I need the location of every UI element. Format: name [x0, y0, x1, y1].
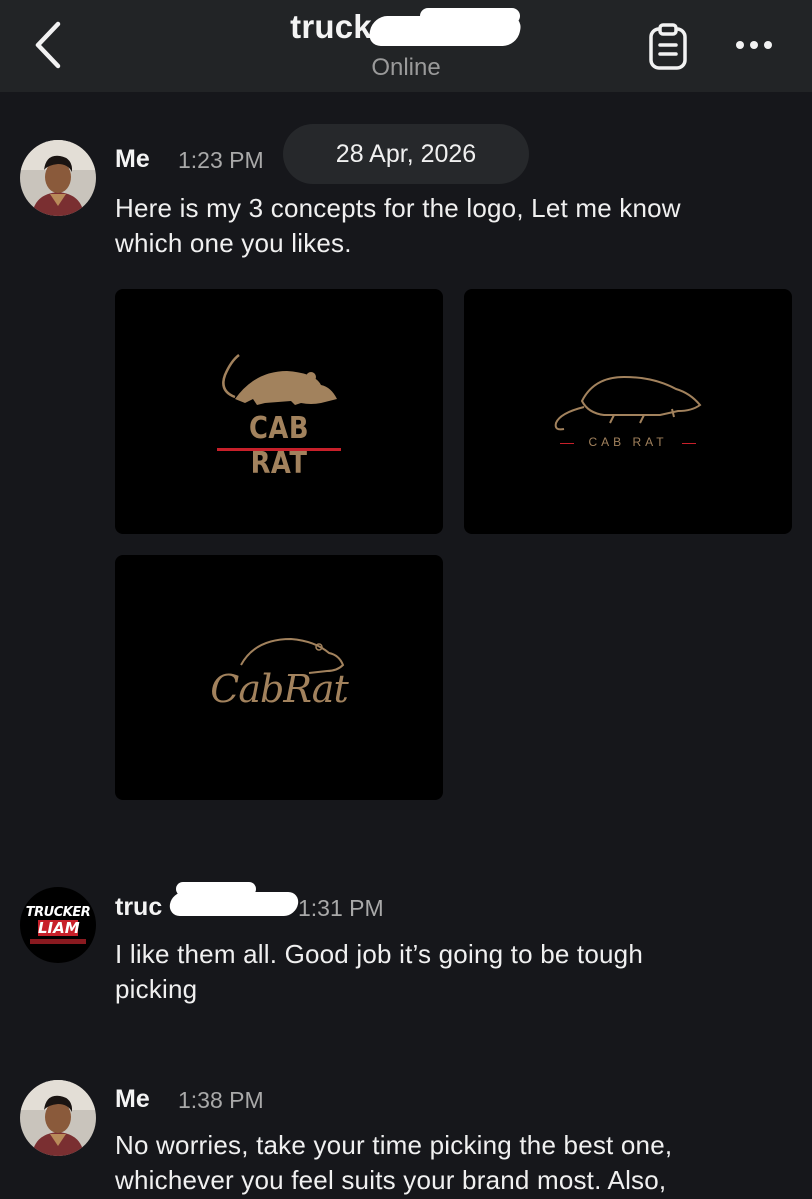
more-options-button[interactable]: [734, 36, 774, 54]
sender-name: Me: [115, 1085, 150, 1113]
accent-underline: [217, 448, 341, 451]
logo-concept-1[interactable]: CAB RAT: [115, 289, 443, 534]
rat-outline-icon: [554, 375, 702, 431]
date-separator: 28 Apr, 2026: [283, 124, 529, 184]
profile-photo: [20, 1080, 96, 1156]
more-horizontal-icon: [736, 41, 772, 49]
logo-concept-3[interactable]: CabRat: [115, 555, 443, 800]
accent-line-left: [560, 443, 574, 444]
profile-photo: [20, 140, 96, 216]
message-text: I like them all. Good job it’s going to …: [115, 939, 644, 1004]
avatar[interactable]: [20, 1080, 96, 1156]
logo-text: CAB RAT: [249, 411, 309, 481]
avatar-logo-text: TRUCKER: [25, 905, 91, 920]
logo-text: CabRat: [210, 667, 348, 711]
avatar[interactable]: TRUCKER LIAM: [20, 887, 96, 963]
message-time: 1:38 PM: [178, 1087, 264, 1113]
message-time: 1:31 PM: [298, 895, 384, 921]
avatar-logo-text: LIAM: [38, 919, 80, 937]
redaction-mark: [176, 882, 256, 896]
notes-button[interactable]: [645, 22, 691, 72]
avatar-logo-strip: [30, 939, 86, 944]
avatar[interactable]: [20, 140, 96, 216]
logo-concept-2[interactable]: CAB RAT: [464, 289, 792, 534]
sender-name: Me: [115, 145, 150, 173]
redaction-mark: [420, 8, 521, 24]
clipboard-icon: [649, 23, 687, 70]
sender-name: truc: [115, 893, 163, 921]
accent-line-right: [682, 443, 696, 444]
message-text: Here is my 3 concepts for the logo, Let …: [115, 193, 681, 258]
message-text: No worries, take your time picking the b…: [115, 1130, 673, 1195]
chat-header: truck Online: [0, 0, 812, 92]
logo-text: CAB RAT: [588, 435, 668, 449]
message-time: 1:23 PM: [178, 147, 264, 173]
